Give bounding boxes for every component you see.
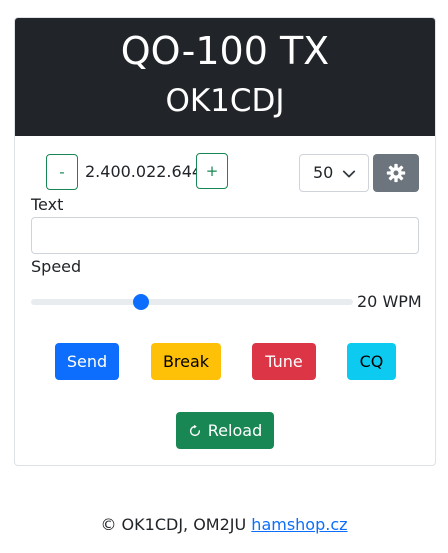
speed-label: Speed <box>31 257 82 276</box>
frequency-increase-button[interactable]: + <box>196 153 228 189</box>
copyright-text: © OK1CDJ, OM2JU <box>100 515 252 534</box>
speed-value: 20 WPM <box>357 292 422 311</box>
reload-button[interactable]: Reload <box>176 412 274 449</box>
reload-label: Reload <box>207 421 263 440</box>
step-select[interactable]: 50 <box>299 154 369 192</box>
cq-button[interactable]: CQ <box>347 343 396 380</box>
tx-card: QO-100 TX OK1CDJ - 2.400.022.644 + 50 Te… <box>14 17 436 466</box>
break-button[interactable]: Break <box>151 343 221 380</box>
frequency-decrease-button[interactable]: - <box>46 154 78 190</box>
card-header: QO-100 TX OK1CDJ <box>15 18 435 136</box>
text-label: Text <box>31 195 64 214</box>
send-button[interactable]: Send <box>55 343 119 380</box>
footer: © OK1CDJ, OM2JU hamshop.cz <box>0 515 448 535</box>
settings-button[interactable] <box>373 154 419 192</box>
reload-icon <box>189 424 200 436</box>
tune-button[interactable]: Tune <box>252 343 316 380</box>
callsign: OK1CDJ <box>165 83 285 119</box>
chevron-down-icon <box>342 170 356 178</box>
hamshop-link[interactable]: hamshop.cz <box>251 515 347 534</box>
gear-icon <box>386 163 406 183</box>
speed-slider-thumb[interactable] <box>133 294 149 310</box>
step-select-value: 50 <box>313 163 334 182</box>
frequency-display: 2.400.022.644 <box>85 162 203 181</box>
page-title: QO-100 TX <box>120 29 330 73</box>
speed-slider-track[interactable] <box>31 299 353 305</box>
text-input[interactable] <box>31 217 419 254</box>
